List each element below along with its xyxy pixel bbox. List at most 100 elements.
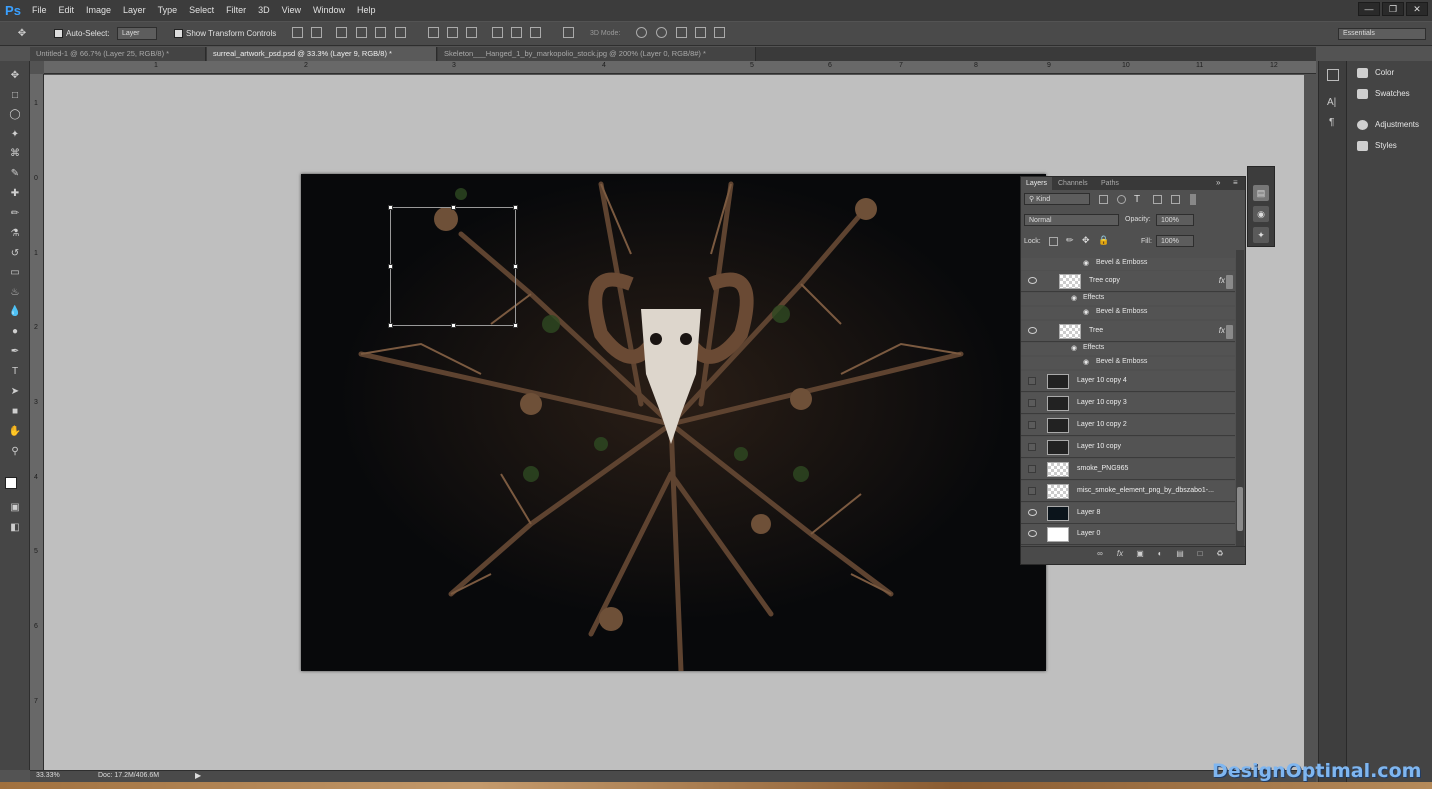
layer-row[interactable]: Layer 10 copy 4 (1021, 371, 1235, 392)
align-top-icon[interactable] (292, 27, 303, 38)
panel-menu-icon[interactable]: ≡ (1233, 178, 1238, 187)
visibility-toggle[interactable] (1028, 487, 1036, 495)
blend-mode-dropdown[interactable]: Normal (1024, 214, 1119, 226)
new-layer-icon[interactable]: □ (1195, 549, 1205, 559)
transform-handle-br[interactable] (513, 323, 518, 328)
filter-adjustment-icon[interactable] (1117, 195, 1126, 204)
foreground-color-swatch[interactable] (5, 477, 17, 489)
visibility-eye-icon[interactable] (1028, 530, 1037, 537)
dodge-tool-icon[interactable]: ● (5, 324, 25, 340)
character-panel-icon[interactable]: A| (1327, 97, 1336, 108)
styles-panel-button[interactable]: Styles (1355, 137, 1397, 155)
minimize-icon[interactable]: — (1358, 2, 1380, 16)
paths-mini-icon[interactable]: ✦ (1253, 227, 1269, 243)
opacity-input[interactable]: 100% (1156, 214, 1194, 226)
channels-mini-icon[interactable]: ◉ (1253, 206, 1269, 222)
filter-smart-object-icon[interactable] (1171, 195, 1180, 204)
distribute-hcenter-icon[interactable] (511, 27, 522, 38)
visibility-toggle[interactable] (1028, 443, 1036, 451)
transform-handle-r[interactable] (513, 264, 518, 269)
layer-effects-group[interactable]: ◉ Effects (1021, 293, 1235, 305)
paragraph-panel-icon[interactable]: ¶ (1329, 117, 1334, 128)
show-transform-checkbox[interactable] (174, 29, 183, 38)
effect-eye-icon[interactable]: ◉ (1083, 358, 1089, 366)
auto-select-dropdown[interactable]: Layer (117, 27, 157, 40)
filter-type-icon[interactable]: T (1134, 194, 1140, 205)
layer-row[interactable]: Layer 10 copy 3 (1021, 393, 1235, 414)
menu-layer[interactable]: Layer (117, 0, 152, 21)
lasso-tool-icon[interactable]: ◯ (5, 107, 25, 123)
auto-select-checkbox[interactable] (54, 29, 63, 38)
visibility-toggle[interactable] (1028, 399, 1036, 407)
close-icon[interactable]: ✕ (1406, 2, 1428, 16)
menu-image[interactable]: Image (80, 0, 117, 21)
tab-surreal-artwork[interactable]: surreal_artwork_psd.psd @ 33.3% (Layer 9… (207, 47, 437, 61)
menu-select[interactable]: Select (183, 0, 220, 21)
filter-toggle-icon[interactable] (1190, 194, 1196, 205)
layer-row[interactable]: Layer 10 copy 2 (1021, 415, 1235, 436)
menu-file[interactable]: File (26, 0, 53, 21)
crop-tool-icon[interactable]: ⌘ (5, 146, 25, 162)
quick-select-tool-icon[interactable]: ✦ (5, 127, 25, 143)
align-bottom-icon[interactable] (336, 27, 347, 38)
distribute-left-icon[interactable] (492, 27, 503, 38)
move-tool-preset-icon[interactable]: ✥ (12, 26, 32, 42)
rectangle-tool-icon[interactable]: ■ (5, 404, 25, 420)
3d-rotate-icon[interactable] (636, 27, 647, 38)
tab-layers[interactable]: Layers (1021, 177, 1053, 190)
menu-3d[interactable]: 3D (252, 0, 276, 21)
layer-row-scroll-thumb[interactable] (1226, 325, 1233, 339)
color-panel-button[interactable]: Color (1355, 64, 1394, 82)
filter-shape-icon[interactable] (1153, 195, 1162, 204)
layers-mini-icon[interactable]: ▤ (1253, 185, 1269, 201)
blur-tool-icon[interactable]: 💧 (5, 304, 25, 320)
3d-slide-icon[interactable] (695, 27, 706, 38)
new-adjustment-icon[interactable]: ◐ (1155, 549, 1165, 559)
pen-tool-icon[interactable]: ✒ (5, 344, 25, 360)
transform-handle-tr[interactable] (513, 205, 518, 210)
lock-all-icon[interactable]: 🔒 (1098, 235, 1109, 246)
paint-bucket-tool-icon[interactable]: ♨ (5, 285, 25, 301)
status-menu-arrow-icon[interactable]: ▶ (195, 771, 201, 780)
filter-pixel-icon[interactable] (1099, 195, 1108, 204)
layer-fx-icon[interactable]: fx (1219, 276, 1225, 285)
visibility-toggle[interactable] (1028, 377, 1036, 385)
visibility-eye-icon[interactable] (1028, 327, 1037, 334)
path-selection-tool-icon[interactable]: ➤ (5, 384, 25, 400)
add-mask-icon[interactable]: ▣ (1135, 549, 1145, 559)
adjustments-panel-button[interactable]: Adjustments (1355, 116, 1419, 134)
clone-stamp-tool-icon[interactable]: ⚗ (5, 226, 25, 242)
type-tool-icon[interactable]: T (5, 364, 25, 380)
effect-eye-icon[interactable]: ◉ (1083, 259, 1089, 267)
lock-position-icon[interactable]: ✥ (1082, 235, 1090, 246)
lock-pixels-icon[interactable]: ✏ (1066, 235, 1074, 246)
hand-tool-icon[interactable]: ✋ (5, 424, 25, 440)
delete-layer-icon[interactable]: ♻ (1215, 549, 1225, 559)
auto-align-icon[interactable] (563, 27, 574, 38)
3d-roll-icon[interactable] (656, 27, 667, 38)
move-tool-icon[interactable]: ✥ (5, 68, 25, 84)
layer-row[interactable]: Layer 0 (1021, 524, 1235, 545)
visibility-toggle[interactable] (1028, 421, 1036, 429)
align-right-icon[interactable] (395, 27, 406, 38)
restore-icon[interactable]: ❐ (1382, 2, 1404, 16)
link-layers-icon[interactable]: ∞ (1095, 549, 1105, 559)
zoom-tool-icon[interactable]: ⚲ (5, 444, 25, 460)
zoom-level[interactable]: 33.33% (36, 772, 60, 779)
transform-handle-t[interactable] (451, 205, 456, 210)
healing-brush-tool-icon[interactable]: ✚ (5, 186, 25, 202)
effects-eye-icon[interactable]: ◉ (1071, 294, 1077, 302)
visibility-eye-icon[interactable] (1028, 509, 1037, 516)
panel-collapse-icon[interactable]: » (1216, 178, 1220, 187)
transform-handle-b[interactable] (451, 323, 456, 328)
menu-window[interactable]: Window (307, 0, 351, 21)
menu-edit[interactable]: Edit (53, 0, 81, 21)
align-vcenter-icon[interactable] (311, 27, 322, 38)
menu-help[interactable]: Help (351, 0, 382, 21)
tab-paths[interactable]: Paths (1096, 177, 1124, 190)
lock-transparency-icon[interactable] (1049, 237, 1058, 246)
layer-effect-row[interactable]: ◉ Bevel & Emboss (1021, 258, 1235, 270)
3d-scale-icon[interactable] (714, 27, 725, 38)
brush-tool-icon[interactable]: ✏ (5, 206, 25, 222)
visibility-eye-icon[interactable] (1028, 277, 1037, 284)
